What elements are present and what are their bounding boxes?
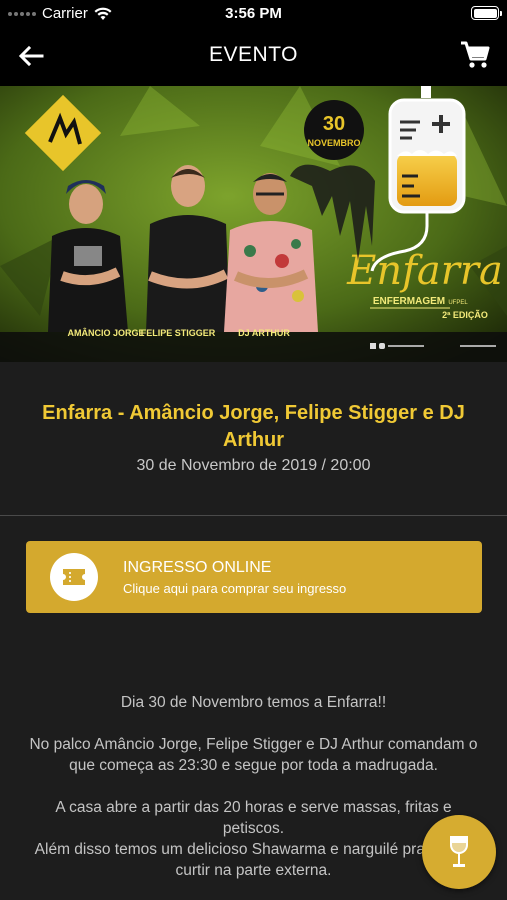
status-time: 3:56 PM	[225, 5, 282, 22]
event-date: 30 de Novembro de 2019 / 20:00	[136, 457, 371, 474]
banner-tagline-small: UFPEL	[448, 300, 468, 306]
battery-icon	[471, 6, 502, 20]
ticket-title: INGRESSO ONLINE	[123, 559, 272, 576]
wine-glass-icon	[449, 836, 469, 867]
ticket-icon-badge	[50, 553, 98, 601]
banner-edition: 2ª EDIÇÃO	[442, 310, 488, 320]
description-paragraph: Dia 30 de Novembro temos a Enfarra!!	[120, 694, 387, 711]
event-description: Dia 30 de Novembro temos a Enfarra!! No …	[24, 692, 483, 900]
status-bar: Carrier 3:56 PM	[0, 0, 507, 26]
facebook-icon	[370, 343, 376, 349]
description-paragraph: No palco Amâncio Jorge, Felipe Stigger e…	[29, 736, 478, 774]
event-banner: 30 NOVEMBRO Enfarra ENFERMAGEM UFPEL 2ª …	[0, 86, 507, 362]
instagram-icon	[379, 343, 385, 349]
description-paragraph: A casa abre a partir das 20 horas e serv…	[34, 799, 473, 879]
banner-brand: Enfarra	[346, 248, 503, 294]
ticket-subtitle: Clique aqui para comprar seu ingresso	[123, 581, 347, 596]
page-title: EVENTO	[209, 43, 298, 66]
event-banner-art: 30 NOVEMBRO Enfarra ENFERMAGEM UFPEL 2ª …	[0, 86, 507, 362]
nav-bar: EVENTO	[0, 26, 507, 86]
banner-date-badge: 30 NOVEMBRO	[304, 100, 364, 160]
banner-date-day: 30	[323, 113, 345, 135]
drinks-fab[interactable]	[422, 815, 496, 889]
event-content: Enfarra - Amâncio Jorge, Felipe Stigger …	[0, 362, 507, 900]
banner-tagline: ENFERMAGEM	[373, 296, 445, 307]
artist-name-3: DJ ARTHUR	[238, 328, 290, 338]
artist-figures	[48, 165, 318, 332]
event-title: Enfarra - Amâncio Jorge, Felipe Stigger …	[42, 402, 465, 451]
artist-name-2: FELIPE STIGGER	[141, 328, 216, 338]
banner-date-month: NOVEMBRO	[307, 138, 360, 148]
ticket-icon	[63, 569, 85, 585]
divider	[0, 515, 507, 516]
cart-icon[interactable]	[459, 40, 491, 70]
artist-name-1: AMÂNCIO JORGE	[67, 327, 144, 338]
buy-ticket-button[interactable]: INGRESSO ONLINE Clique aqui para comprar…	[26, 541, 482, 613]
